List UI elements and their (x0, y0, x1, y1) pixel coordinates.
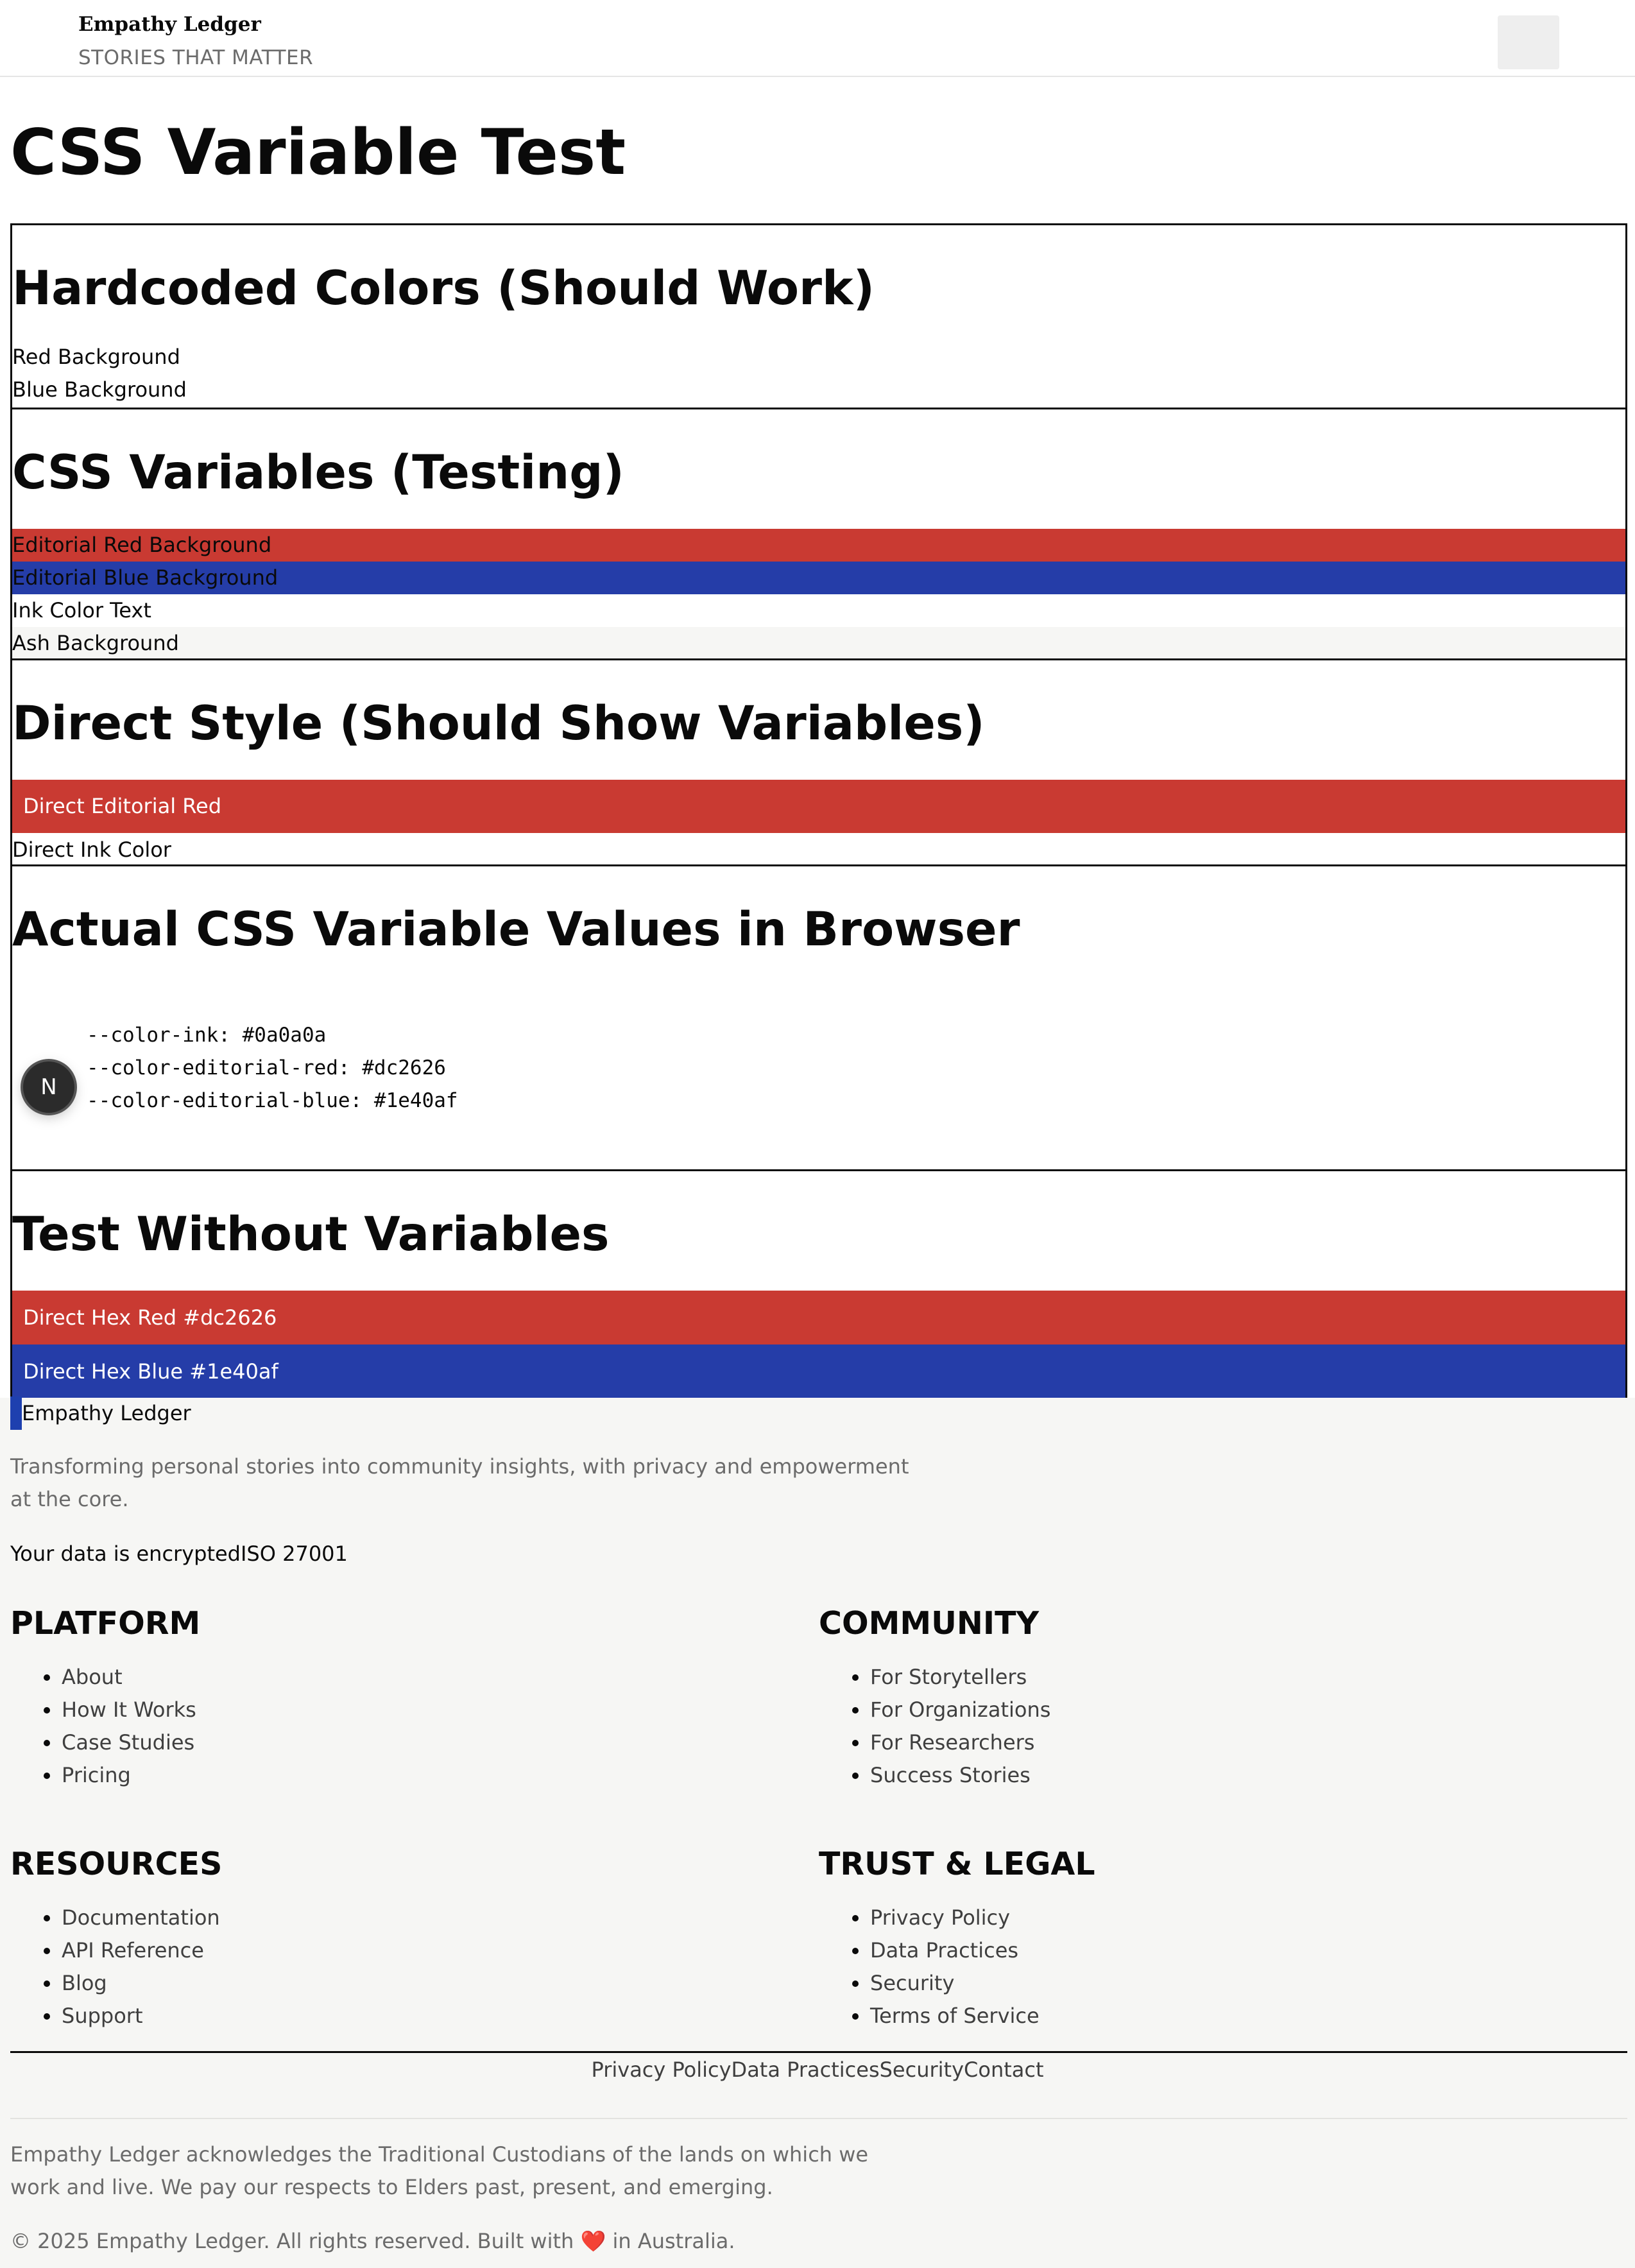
editorial-blue-box: Editorial Blue Background (12, 562, 1625, 594)
footer-link[interactable]: For Organizations (819, 1694, 1050, 1726)
bottom-link-data-practices[interactable]: Data Practices (732, 2058, 880, 2082)
brand-tagline: STORIES THAT MATTER (78, 46, 314, 69)
page-title: CSS Variable Test (10, 116, 626, 189)
section-title: Test Without Variables (12, 1207, 610, 1262)
footer-brand[interactable]: EEmpathy Ledger (10, 1396, 191, 1430)
footer-link[interactable]: API Reference (10, 1934, 220, 1967)
community-links: For Storytellers For Organizations For R… (819, 1661, 1050, 1792)
direct-style-section: Direct Style (Should Show Variables) Dir… (10, 658, 1627, 866)
land-acknowledgement: Empathy Ledger acknowledges the Traditio… (10, 2142, 869, 2199)
site-footer (0, 1398, 1635, 2268)
footer-description: Transforming personal stories into commu… (10, 1454, 909, 1511)
footer-link[interactable]: How It Works (10, 1694, 196, 1726)
ash-background-box: Ash Background (12, 627, 1625, 660)
footer-brand-name: Empathy Ledger (22, 1401, 191, 1425)
footer-link[interactable]: Security (819, 1967, 1040, 2000)
section-title: Actual CSS Variable Values in Browser (12, 902, 1020, 957)
platform-links: About How It Works Case Studies Pricing (10, 1661, 196, 1792)
hardcoded-colors-section: Hardcoded Colors (Should Work) Red Backg… (10, 223, 1627, 409)
code-line: --color-ink: #0a0a0a (87, 1024, 327, 1047)
direct-hex-red-box: Direct Hex Red #dc2626 (12, 1291, 1625, 1344)
logo-mark-icon: E (10, 1396, 23, 1430)
footer-link[interactable]: Pricing (10, 1759, 196, 1792)
css-variable-values: --color-ink: #0a0a0a --color-editorial-re… (87, 1019, 458, 1117)
blue-background-box: Blue Background (12, 377, 187, 402)
copyright: © 2025 Empathy Ledger. All rights reserv… (10, 2225, 735, 2258)
code-line: --color-editorial-blue: #1e40af (87, 1089, 458, 1112)
bottom-link-security[interactable]: Security (880, 2058, 964, 2082)
footer-column-title: PLATFORM (10, 1605, 201, 1642)
footer-link[interactable]: Case Studies (10, 1726, 196, 1759)
trust-legal-links: Privacy Policy Data Practices Security T… (819, 1902, 1040, 2032)
footer-link[interactable]: About (10, 1661, 196, 1694)
footer-link[interactable]: Blog (10, 1967, 220, 2000)
site-header: Empathy Ledger STORIES THAT MATTER (0, 0, 1635, 77)
direct-hex-blue-box: Direct Hex Blue #1e40af (12, 1344, 1625, 1398)
editorial-red-box: Editorial Red Background (12, 529, 1625, 562)
footer-link[interactable]: Support (10, 2000, 220, 2032)
footer-link[interactable]: For Researchers (819, 1726, 1050, 1759)
css-variables-section: CSS Variables (Testing) Editorial Red Ba… (10, 408, 1627, 660)
iso-badge: ISO 27001 (240, 1542, 348, 1566)
red-background-box: Red Background (12, 345, 180, 369)
section-title: Direct Style (Should Show Variables) (12, 696, 985, 751)
direct-editorial-red-box: Direct Editorial Red (12, 780, 1625, 833)
copyright-suffix: in Australia. (606, 2229, 735, 2253)
footer-link[interactable]: Success Stories (819, 1759, 1050, 1792)
bottom-link-privacy[interactable]: Privacy Policy (591, 2058, 731, 2082)
footer-column-title: COMMUNITY (819, 1605, 1040, 1642)
footer-divider (10, 2051, 1627, 2053)
security-badges: Your data is encryptedISO 27001 (10, 1538, 348, 1570)
bottom-link-contact[interactable]: Contact (964, 2058, 1044, 2082)
ink-color-text: Ink Color Text (12, 598, 151, 623)
direct-ink-color-text: Direct Ink Color (12, 838, 171, 862)
footer-link[interactable]: Data Practices (819, 1934, 1040, 1967)
section-title: Hardcoded Colors (Should Work) (12, 261, 875, 316)
encryption-badge: Your data is encrypted (10, 1542, 241, 1566)
brand-name[interactable]: Empathy Ledger (78, 13, 261, 36)
resources-links: Documentation API Reference Blog Support (10, 1902, 220, 2032)
actual-values-section: Actual CSS Variable Values in Browser --… (10, 864, 1627, 1171)
footer-link[interactable]: Documentation (10, 1902, 220, 1934)
code-line: --color-editorial-red: #dc2626 (87, 1056, 446, 1079)
footer-link[interactable]: For Storytellers (819, 1661, 1050, 1694)
copyright-text: © 2025 Empathy Ledger. All rights reserv… (10, 2229, 581, 2253)
section-title: CSS Variables (Testing) (12, 445, 624, 500)
next-dev-indicator-icon[interactable]: N (23, 1061, 74, 1113)
heart-icon: ❤️ (580, 2229, 606, 2253)
footer-column-title: TRUST & LEGAL (819, 1846, 1095, 1882)
footer-link[interactable]: Privacy Policy (819, 1902, 1040, 1934)
footer-divider (10, 2118, 1627, 2119)
footer-column-title: RESOURCES (10, 1846, 223, 1882)
footer-link[interactable]: Terms of Service (819, 2000, 1040, 2032)
footer-bottom-links: Privacy PolicyData PracticesSecurityCont… (0, 2054, 1635, 2086)
no-variables-section: Test Without Variables Direct Hex Red #d… (10, 1169, 1627, 1398)
menu-button[interactable] (1498, 15, 1559, 69)
